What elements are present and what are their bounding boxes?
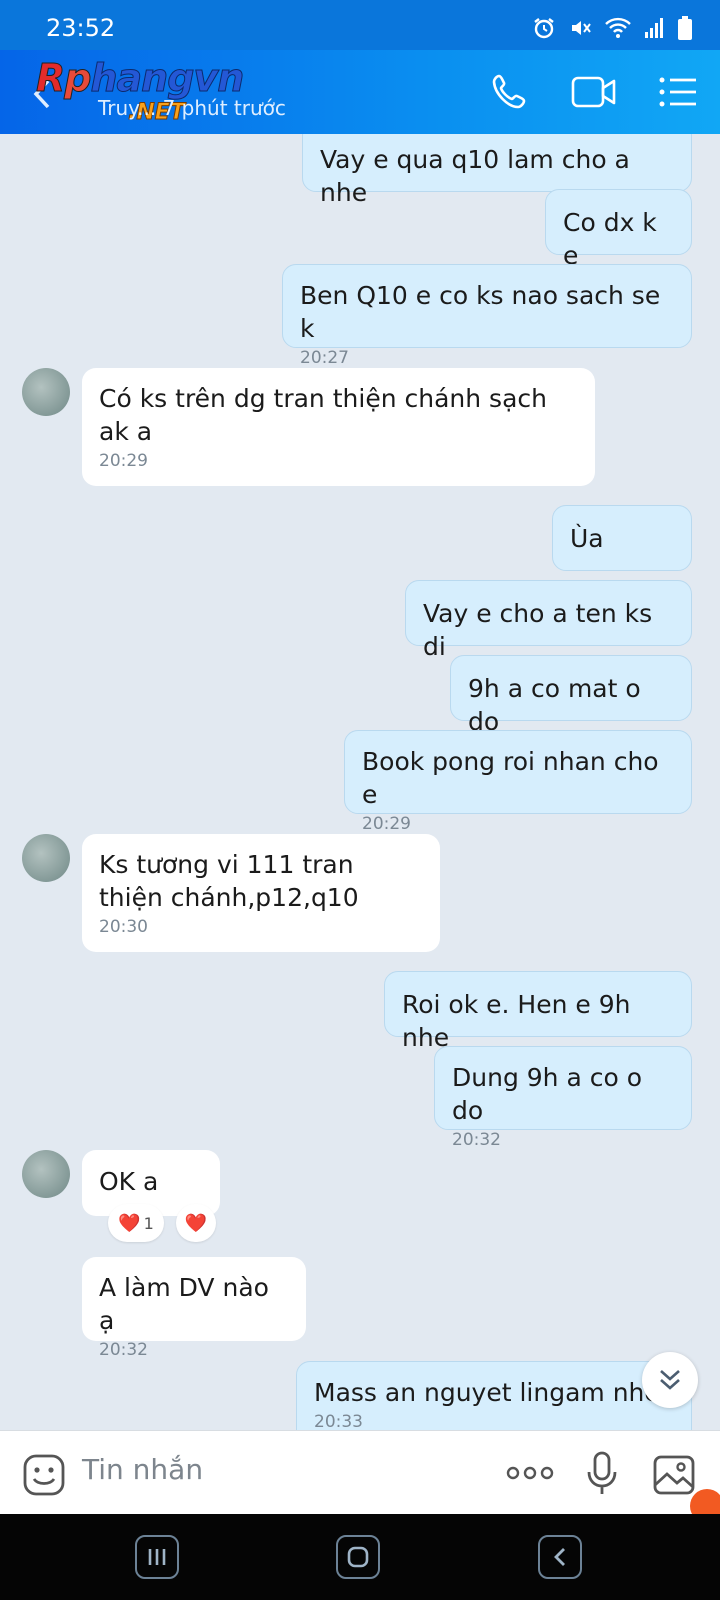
back-nav-icon (554, 1548, 565, 1566)
message-bubble-outgoing[interactable]: Book pong roi nhan cho e 20:29 (344, 730, 692, 834)
message-text: Book pong roi nhan cho e (362, 747, 659, 809)
message-text: Dung 9h a co o do (452, 1063, 643, 1125)
image-gallery-icon[interactable] (652, 1453, 696, 1497)
avatar[interactable] (22, 834, 70, 882)
back-button[interactable] (538, 1535, 582, 1579)
message-bubble-incoming[interactable]: Có ks trên dg tran thiện chánh sạch ak a… (82, 368, 595, 486)
message-time: 20:33 (314, 1412, 363, 1430)
wifi-icon (605, 17, 631, 38)
system-nav-bar (0, 1514, 720, 1600)
phone-icon[interactable] (490, 72, 530, 112)
message-bubble-incoming[interactable]: A làm DV nào ạ 20:32 (82, 1257, 306, 1360)
heart-icon: ❤️ (118, 1212, 141, 1234)
video-icon[interactable] (570, 72, 618, 112)
emoji-icon[interactable] (22, 1453, 66, 1497)
message-text: Ben Q10 e co ks nao sach se k (300, 281, 661, 343)
avatar[interactable] (22, 1150, 70, 1198)
message-time: 20:29 (362, 814, 411, 834)
last-seen-status: Truy... 7 phút trước (98, 96, 286, 120)
microphone-icon[interactable] (584, 1451, 620, 1497)
signal-icon (645, 18, 663, 38)
add-reaction-button[interactable]: ❤️ (176, 1204, 216, 1242)
menu-icon[interactable] (658, 72, 698, 112)
message-text: Mass an nguyet lingam nhe (314, 1378, 660, 1407)
message-input[interactable]: Tin nhắn (82, 1453, 203, 1486)
chat-header: Rphangvn .NET Truy... 7 phút trước (0, 50, 720, 134)
status-bar: 23:52 (0, 0, 720, 50)
message-time: 20:27 (300, 348, 349, 368)
message-input-bar: Tin nhắn (0, 1430, 720, 1523)
more-options-icon[interactable] (506, 1465, 554, 1481)
message-text: Ks tương vi 111 tran thiện chánh,p12,q10 (99, 850, 359, 912)
message-bubble-outgoing[interactable]: Co dx k e (545, 189, 692, 270)
message-text: Vay e cho a ten ks di (423, 599, 653, 661)
message-text: Có ks trên dg tran thiện chánh sạch ak a (99, 384, 547, 446)
message-bubble-incoming[interactable]: Ks tương vi 111 tran thiện chánh,p12,q10… (82, 834, 440, 952)
status-time: 23:52 (46, 14, 116, 42)
recent-apps-icon (148, 1549, 166, 1565)
recent-apps-button[interactable] (135, 1535, 179, 1579)
message-bubble-outgoing[interactable]: Ùa (552, 505, 692, 571)
message-bubble-outgoing[interactable]: 9h a co mat o do (450, 655, 692, 736)
status-icons (532, 16, 692, 40)
mute-icon (572, 21, 591, 35)
message-time: 20:29 (99, 451, 148, 471)
home-button[interactable] (336, 1535, 380, 1579)
message-text: Ùa (570, 524, 604, 553)
battery-icon (678, 16, 692, 40)
avatar[interactable] (22, 368, 70, 416)
home-icon (347, 1546, 369, 1568)
message-text: 9h a co mat o do (468, 674, 641, 736)
message-text: OK a (99, 1167, 159, 1196)
message-bubble-outgoing[interactable]: Vay e qua q10 lam cho a nhe (302, 134, 692, 207)
message-time: 20:32 (452, 1130, 501, 1150)
message-bubble-outgoing[interactable]: Ben Q10 e co ks nao sach se k 20:27 (282, 264, 692, 368)
message-time: 20:32 (99, 1340, 148, 1360)
message-text: Co dx k e (563, 208, 657, 270)
message-list[interactable]: Vay e qua q10 lam cho a nhe Co dx k e Be… (0, 134, 720, 1430)
message-time: 20:30 (99, 917, 148, 937)
scroll-to-bottom-button[interactable] (642, 1352, 698, 1408)
message-text: Roi ok e. Hen e 9h nhe (402, 990, 631, 1052)
logo-main: Rphangvn (35, 56, 244, 101)
message-bubble-outgoing[interactable]: Vay e cho a ten ks di (405, 580, 692, 661)
alarm-icon (534, 18, 554, 39)
message-bubble-outgoing[interactable]: Roi ok e. Hen e 9h nhe (384, 971, 692, 1052)
heart-icon: ❤️ (184, 1212, 208, 1234)
message-bubble-outgoing[interactable]: Dung 9h a co o do 20:32 (434, 1046, 692, 1150)
message-bubble-outgoing[interactable]: Mass an nguyet lingam nhe 20:33 (296, 1361, 692, 1430)
message-text: A làm DV nào ạ (99, 1273, 269, 1335)
reaction-badge[interactable]: ❤️ 1 (108, 1204, 164, 1242)
reaction-count: 1 (143, 1213, 154, 1233)
watermark-logo: Rphangvn .NET (35, 56, 244, 126)
double-chevron-down-icon (660, 1370, 680, 1390)
